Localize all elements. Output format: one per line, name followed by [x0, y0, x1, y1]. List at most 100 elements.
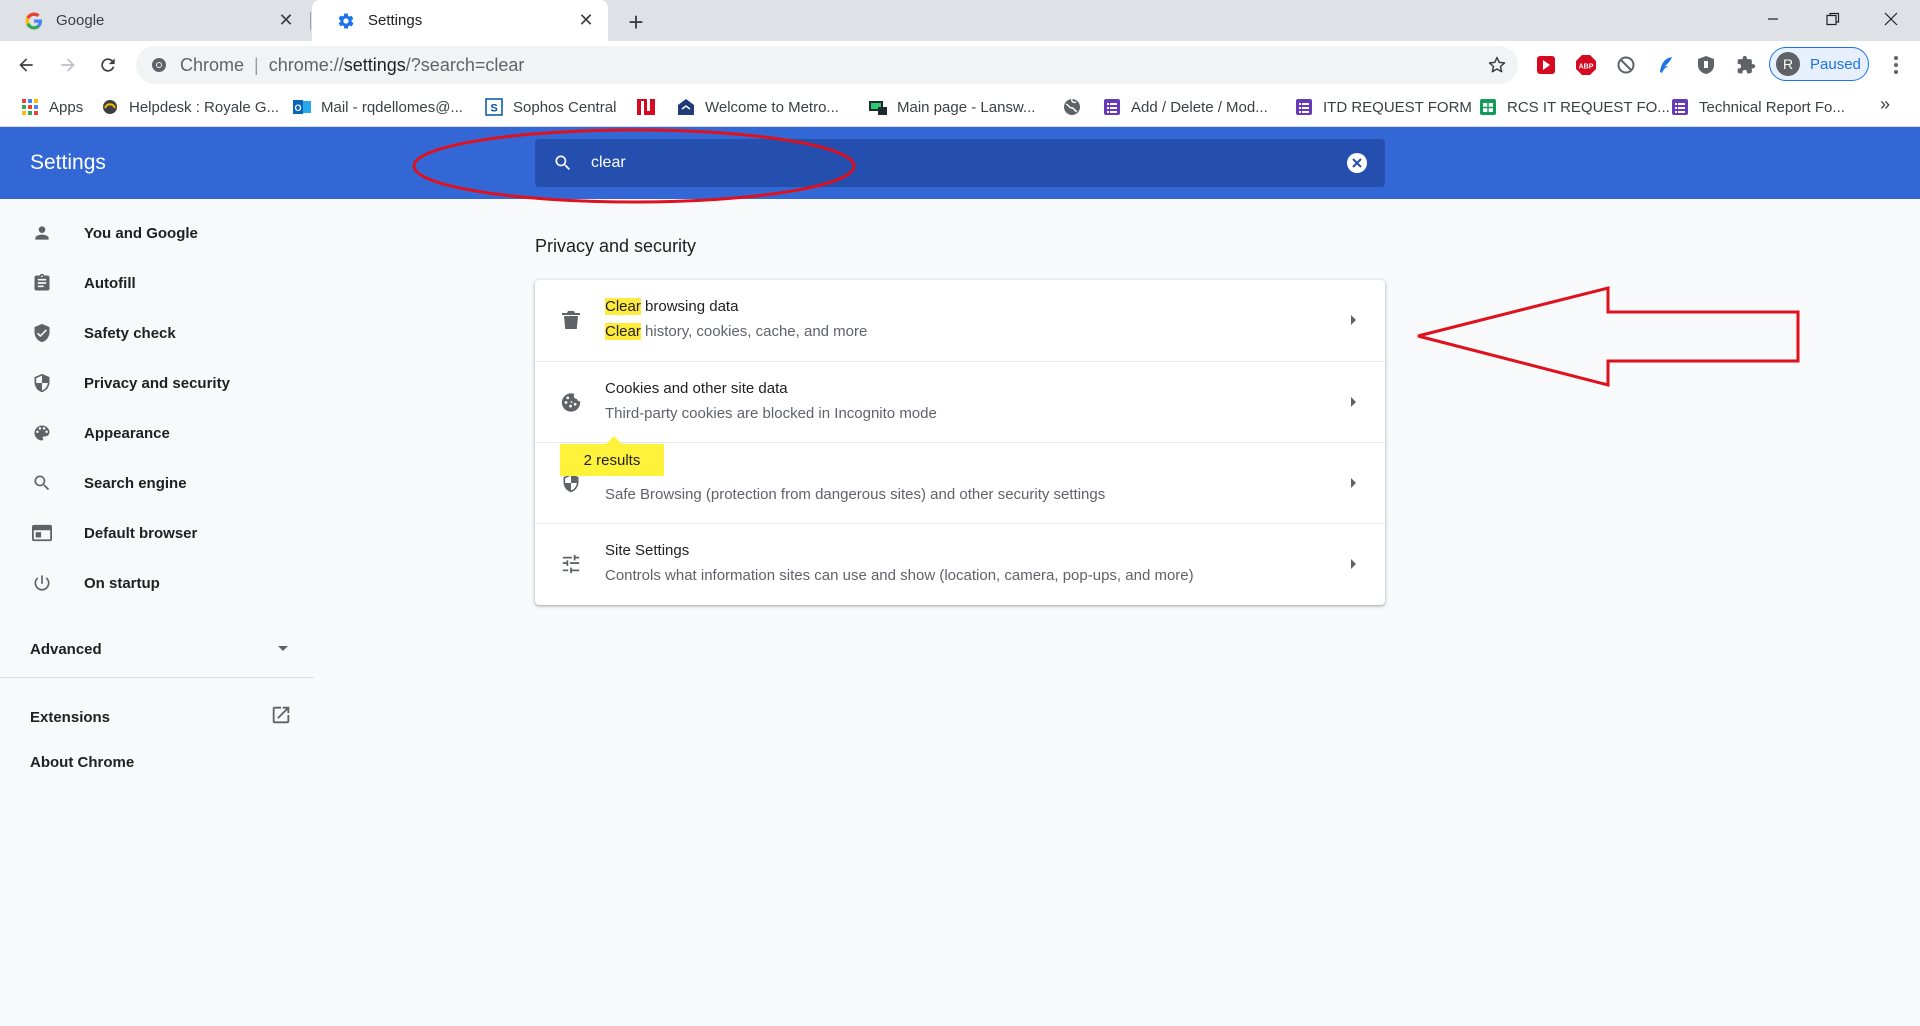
person-icon	[30, 221, 54, 245]
search-icon	[551, 151, 575, 175]
bookmark-metro[interactable]: Welcome to Metro...	[676, 93, 839, 121]
bookmark-apps[interactable]: Apps	[20, 93, 83, 121]
profile-button[interactable]: R Paused	[1769, 47, 1869, 81]
search-results-bubble: 2 results	[560, 436, 664, 476]
menu-kebab-icon[interactable]	[1884, 53, 1908, 77]
bookmark-label: RCS IT REQUEST FO...	[1507, 98, 1670, 116]
reload-button[interactable]	[92, 49, 124, 81]
tab-settings[interactable]: Settings ✕	[312, 0, 608, 41]
shield-half-icon	[30, 371, 54, 395]
row-site-settings[interactable]: Site Settings Controls what information …	[535, 523, 1385, 605]
row-subtitle: Controls what information sites can use …	[605, 567, 1194, 584]
bookmark-mail[interactable]: O Mail - rqdellomes@...	[292, 93, 463, 121]
caret-down-icon	[276, 640, 290, 658]
more-bookmarks-chevron-icon[interactable]: »	[1880, 94, 1890, 115]
arrow-right-icon	[1343, 392, 1363, 412]
sidebar-advanced-toggle[interactable]: Advanced	[30, 635, 290, 663]
advanced-label: Advanced	[30, 640, 102, 658]
bookmark-rcs-request[interactable]: RCS IT REQUEST FO...	[1478, 93, 1670, 121]
extensions-puzzle-icon[interactable]	[1734, 53, 1758, 77]
extension-red-play-icon[interactable]	[1534, 53, 1558, 77]
sidebar-item-privacy-and-security[interactable]: Privacy and security	[0, 359, 314, 407]
sidebar-item-safety-check[interactable]: Safety check	[0, 309, 314, 357]
sidebar-item-label: Autofill	[84, 274, 136, 292]
row-title: Site Settings	[605, 542, 690, 559]
privacy-security-card: Clear browsing data Clear history, cooki…	[535, 280, 1385, 605]
svg-text:ABP: ABP	[1579, 64, 1594, 71]
settings-search[interactable]	[535, 139, 1385, 187]
forward-button[interactable]	[52, 49, 84, 81]
search-input[interactable]	[589, 153, 1345, 173]
reload-icon	[101, 58, 115, 72]
row-clear-browsing-data[interactable]: Clear browsing data Clear history, cooki…	[535, 280, 1385, 361]
red-logo-icon	[636, 97, 656, 117]
bookmark-label: ITD REQUEST FORM	[1323, 98, 1472, 116]
lansweeper-icon	[868, 97, 888, 117]
bookmark-label: Technical Report Fo...	[1699, 98, 1845, 116]
clipboard-icon	[30, 271, 54, 295]
sidebar-item-you-and-google[interactable]: You and Google	[0, 209, 314, 257]
bookmark-label: Mail - rqdellomes@...	[321, 98, 463, 116]
address-bar[interactable]: Chrome | chrome://settings/?search=clear	[136, 46, 1518, 84]
bookmark-label: Main page - Lansw...	[897, 98, 1036, 116]
url-text: chrome://settings/?search=clear	[268, 54, 525, 75]
bookmark-technical-report[interactable]: Technical Report Fo...	[1670, 93, 1845, 121]
apps-grid-icon	[20, 97, 40, 117]
bookmark-lansweeper[interactable]: Main page - Lansw...	[868, 93, 1035, 121]
back-button[interactable]	[10, 49, 42, 81]
sidebar-item-on-startup[interactable]: On startup	[0, 559, 314, 607]
sidebar-about-chrome-link[interactable]: About Chrome	[30, 754, 134, 771]
site-chip: Chrome	[180, 54, 245, 75]
sidebar-item-appearance[interactable]: Appearance	[0, 409, 314, 457]
bookmark-star-icon[interactable]	[1486, 54, 1508, 76]
close-window-button[interactable]	[1862, 0, 1920, 38]
section-title: Privacy and security	[535, 236, 697, 256]
form-icon	[1294, 97, 1314, 117]
trash-icon	[559, 308, 583, 332]
bookmark-globe[interactable]	[1062, 93, 1091, 121]
adblock-plus-icon[interactable]: ABP	[1574, 53, 1598, 77]
sidebar-item-default-browser[interactable]: Default browser	[0, 509, 314, 557]
avatar: R	[1776, 52, 1800, 76]
bookmark-itd-request[interactable]: ITD REQUEST FORM	[1294, 93, 1472, 121]
bookmark-sophos[interactable]: S Sophos Central	[484, 93, 616, 121]
row-subtitle: Clear history, cookies, cache, and more	[605, 323, 868, 340]
sidebar-divider	[0, 677, 314, 678]
restore-button[interactable]	[1804, 0, 1862, 38]
sidebar-item-label: Default browser	[84, 524, 198, 542]
sidebar-extensions-link[interactable]: Extensions	[30, 703, 292, 731]
bookmark-red-logo[interactable]	[636, 93, 665, 121]
new-tab-button[interactable]: +	[622, 7, 650, 37]
arrow-right-icon	[1343, 473, 1363, 493]
sidebar-item-autofill[interactable]: Autofill	[0, 259, 314, 307]
globe-icon	[1062, 97, 1082, 117]
minimize-button[interactable]	[1744, 0, 1802, 38]
outlook-icon: O	[292, 97, 312, 117]
tab-strip: Google ✕ Settings ✕ +	[0, 0, 1920, 41]
sheets-icon	[1478, 97, 1498, 117]
feather-extension-icon[interactable]	[1654, 53, 1678, 77]
google-icon	[24, 11, 44, 31]
tab-title: Settings	[368, 12, 423, 29]
chip-divider: |	[254, 54, 259, 75]
block-icon[interactable]	[1614, 53, 1638, 77]
close-tab-icon[interactable]: ✕	[276, 10, 296, 31]
bookmark-label: Helpdesk : Royale G...	[129, 98, 280, 116]
bookmark-add-delete[interactable]: Add / Delete / Mod...	[1102, 93, 1268, 121]
bookmark-helpdesk[interactable]: Helpdesk : Royale G...	[100, 93, 279, 121]
shield-extension-icon[interactable]	[1694, 53, 1718, 77]
sidebar-item-search-engine[interactable]: Search engine	[0, 459, 314, 507]
close-tab-icon[interactable]: ✕	[576, 10, 596, 31]
page-title: Settings	[30, 151, 106, 174]
profile-status-label: Paused	[1810, 55, 1861, 73]
sidebar-item-label: Safety check	[84, 324, 176, 342]
arrow-right-icon	[1343, 554, 1363, 574]
row-cookies-and-site-data[interactable]: Cookies and other site data Third-party …	[535, 361, 1385, 443]
tab-google[interactable]: Google ✕	[0, 0, 308, 41]
power-icon	[30, 571, 54, 595]
open-in-new-icon	[270, 704, 292, 731]
helpdesk-icon	[100, 97, 120, 117]
close-icon	[1884, 12, 1898, 26]
clear-search-icon[interactable]	[1345, 151, 1369, 175]
bookmark-label: Sophos Central	[513, 98, 617, 116]
